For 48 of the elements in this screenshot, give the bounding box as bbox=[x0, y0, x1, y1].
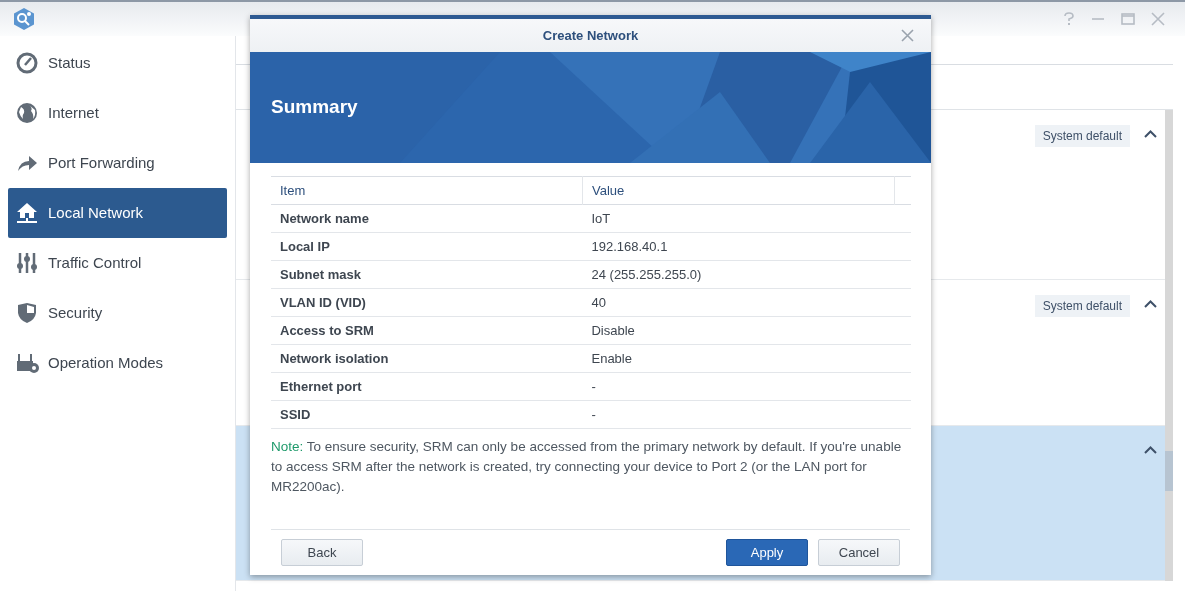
column-header[interactable]: Item bbox=[271, 176, 583, 205]
table-cell: SSID bbox=[271, 400, 583, 429]
status-badge: System default bbox=[1034, 125, 1130, 147]
table-cell: - bbox=[582, 372, 911, 401]
collapse-chevron-icon[interactable] bbox=[1144, 446, 1157, 454]
table-cell: Network name bbox=[271, 204, 583, 233]
maximize-icon[interactable] bbox=[1121, 12, 1135, 26]
table-cell: - bbox=[582, 400, 911, 429]
house-icon bbox=[16, 202, 38, 224]
collapse-chevron-icon[interactable] bbox=[1144, 300, 1157, 308]
table-cell: VLAN ID (VID) bbox=[271, 288, 583, 317]
status-badge: System default bbox=[1034, 295, 1130, 317]
dialog-title: Create Network bbox=[542, 26, 639, 45]
table-cell: Local IP bbox=[271, 232, 583, 261]
note-text: Note: To ensure security, SRM can only be accessed from the primary network by default. If you're unable to access SRM after the network is created, try connecting your device to Port 2 (or the LAN port for MR2200ac). bbox=[271, 438, 903, 496]
app-logo-icon bbox=[12, 7, 36, 31]
table-cell: Enable bbox=[582, 344, 911, 373]
table-cell: 24 (255.255.255.0) bbox=[582, 260, 911, 289]
table-cell: Access to SRM bbox=[271, 316, 583, 345]
sidebar-item[interactable]: Traffic Control bbox=[8, 238, 227, 288]
sidebar-item[interactable]: Internet bbox=[8, 88, 227, 138]
help-icon[interactable] bbox=[1063, 12, 1075, 26]
dialog-heading: Summary bbox=[271, 95, 358, 120]
close-icon[interactable] bbox=[1151, 12, 1165, 26]
column-header[interactable]: Value bbox=[582, 176, 895, 205]
shield-icon bbox=[16, 302, 38, 324]
table-cell: Ethernet port bbox=[271, 372, 583, 401]
table-cell: Subnet mask bbox=[271, 260, 583, 289]
globe-icon bbox=[16, 102, 38, 124]
sidebar-item[interactable]: Security bbox=[8, 288, 227, 338]
collapse-chevron-icon[interactable] bbox=[1144, 130, 1157, 138]
dialog-button[interactable]: Apply bbox=[726, 539, 808, 566]
table-cell: Disable bbox=[582, 316, 911, 345]
table-cell: Network isolation bbox=[271, 344, 583, 373]
sidebar-item[interactable]: Operation Modes bbox=[8, 338, 227, 388]
table-cell: IoT bbox=[582, 204, 911, 233]
table-cell: 40 bbox=[582, 288, 911, 317]
sidebar-item[interactable]: Local Network bbox=[8, 188, 227, 238]
sidebar-item[interactable]: Port Forwarding bbox=[8, 138, 227, 188]
table-cell: 192.168.40.1 bbox=[582, 232, 911, 261]
gauge-icon bbox=[16, 52, 38, 74]
dialog-button[interactable]: Back bbox=[281, 539, 363, 566]
router-gear-icon bbox=[16, 352, 40, 374]
close-icon[interactable] bbox=[901, 29, 914, 42]
sliders-icon bbox=[16, 252, 38, 274]
scrollbar[interactable] bbox=[1165, 110, 1173, 581]
sidebar-item[interactable]: Status bbox=[8, 38, 227, 88]
dialog-button[interactable]: Cancel bbox=[818, 539, 900, 566]
